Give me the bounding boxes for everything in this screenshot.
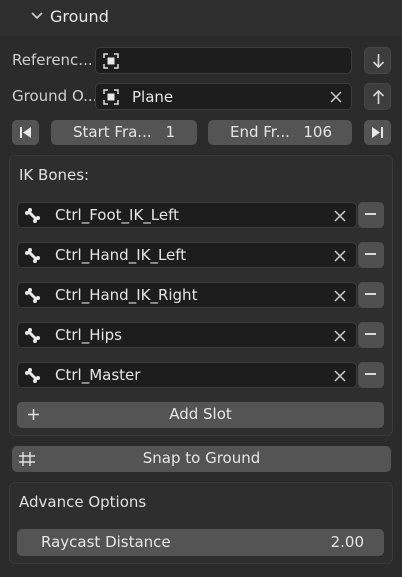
bone-icon (25, 328, 40, 343)
start-frame-label: Start Fra... (73, 123, 152, 141)
raycast-distance-value: 2.00 (330, 533, 364, 551)
advance-options-title: Advance Options (19, 493, 147, 511)
ground-object-field[interactable]: Plane (95, 83, 352, 110)
snap-to-ground-label: Snap to Ground (142, 449, 261, 467)
reference-field[interactable] (95, 47, 352, 74)
ground-object-value: Plane (132, 88, 174, 106)
add-slot-label: Add Slot (169, 405, 232, 423)
ik-bone-field[interactable]: Ctrl_Foot_IK_Left (17, 202, 357, 228)
raycast-distance-field[interactable]: Raycast Distance 2.00 (17, 529, 384, 556)
clear-icon[interactable] (329, 90, 343, 104)
object-icon (103, 53, 119, 69)
clear-icon[interactable] (333, 329, 347, 343)
add-slot-button[interactable]: Add Slot (17, 402, 384, 428)
ground-object-label: Ground O... (12, 87, 98, 105)
snap-to-ground-button[interactable]: Snap to Ground (12, 446, 391, 472)
ik-bone-field[interactable]: Ctrl_Hips (17, 322, 357, 348)
arrow-down-icon (372, 54, 385, 69)
jump-start-button[interactable] (12, 120, 39, 145)
end-frame-label: End Fr... (230, 123, 290, 141)
reference-down-button[interactable] (364, 47, 391, 74)
end-frame-field[interactable]: End Fr... 106 (208, 120, 352, 145)
jump-end-button[interactable] (364, 120, 391, 145)
clear-icon[interactable] (333, 369, 347, 383)
remove-bone-button[interactable] (358, 202, 384, 228)
jump-start-icon (20, 127, 31, 138)
bone-icon (25, 248, 40, 263)
ik-bone-name: Ctrl_Hips (55, 326, 122, 344)
bone-icon (25, 368, 40, 383)
clear-icon[interactable] (333, 249, 347, 263)
remove-bone-button[interactable] (358, 282, 384, 308)
ik-bone-field[interactable]: Ctrl_Hand_IK_Right (17, 282, 357, 308)
ik-bones-title: IK Bones: (19, 166, 90, 184)
jump-end-icon (372, 127, 383, 138)
remove-bone-button[interactable] (358, 322, 384, 348)
ik-bone-name: Ctrl_Hand_IK_Right (55, 286, 198, 304)
chevron-down-icon (31, 12, 43, 20)
remove-bone-button[interactable] (358, 362, 384, 388)
end-frame-value: 106 (303, 123, 332, 141)
remove-bone-button[interactable] (358, 242, 384, 268)
ik-bone-field[interactable]: Ctrl_Hand_IK_Left (17, 242, 357, 268)
ik-bone-name: Ctrl_Hand_IK_Left (55, 246, 187, 264)
raycast-distance-label: Raycast Distance (41, 533, 171, 551)
ground-object-up-button[interactable] (364, 83, 391, 110)
bone-icon (25, 208, 40, 223)
clear-icon[interactable] (333, 289, 347, 303)
ground-panel-header[interactable]: Ground (0, 0, 402, 36)
ik-bone-field[interactable]: Ctrl_Master (17, 362, 357, 388)
clear-icon[interactable] (333, 209, 347, 223)
start-frame-field[interactable]: Start Fra... 1 (51, 120, 197, 145)
reference-label: Referenc... (12, 51, 93, 69)
ik-bone-name: Ctrl_Master (55, 366, 141, 384)
bone-icon (25, 288, 40, 303)
ik-bone-name: Ctrl_Foot_IK_Left (55, 206, 179, 224)
object-icon (103, 89, 119, 105)
panel-title: Ground (50, 7, 109, 26)
arrow-up-icon (372, 89, 385, 104)
start-frame-value: 1 (165, 123, 175, 141)
